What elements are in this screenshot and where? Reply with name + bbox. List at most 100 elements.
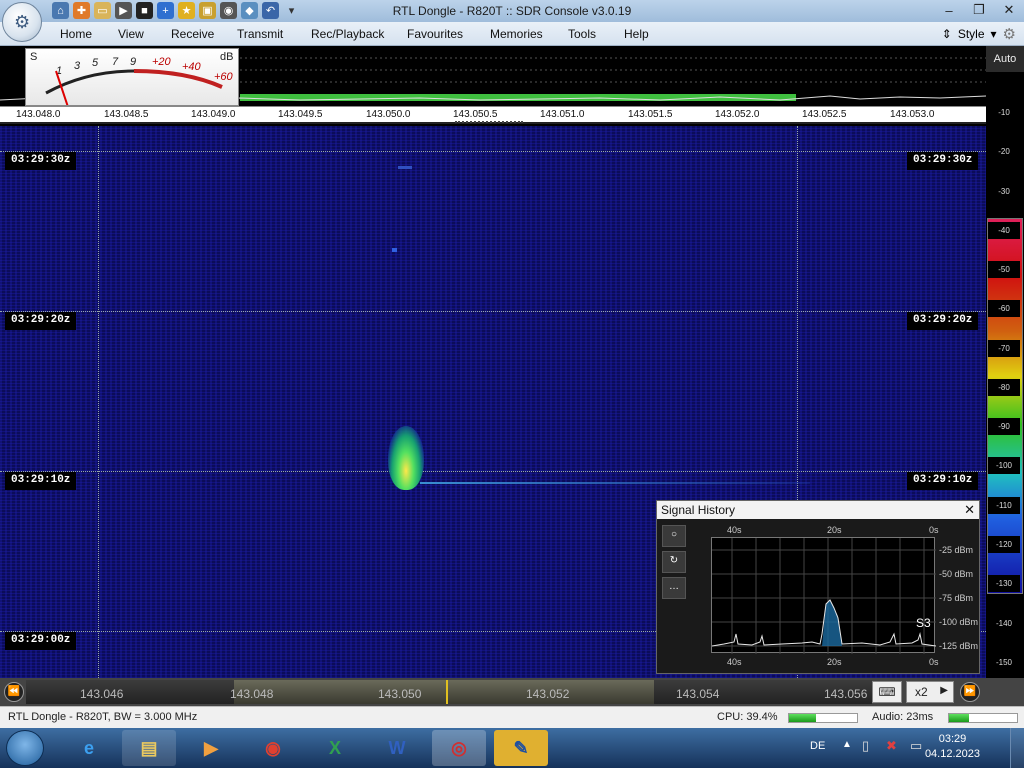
status-bar: RTL Dongle - R820T, BW = 3.000 MHz CPU: … (0, 706, 1024, 728)
timestamp-left: 03:29:20z (5, 312, 77, 330)
start-button[interactable] (6, 730, 44, 766)
camera-icon[interactable]: ◉ (220, 2, 237, 19)
star-icon[interactable]: ★ (178, 2, 195, 19)
play-icon[interactable]: ▶ (115, 2, 132, 19)
timestamp-left: 03:29:00z (5, 632, 77, 650)
lock-icon[interactable]: ▣ (199, 2, 216, 19)
internet-explorer-icon[interactable]: e (62, 730, 116, 766)
tuned-marker (446, 680, 448, 704)
menu-home[interactable]: Home (60, 27, 92, 41)
freq-label: 143.051.5 (628, 109, 673, 120)
timestamp-right: 03:29:20z (907, 312, 979, 330)
db-level: -10 (998, 108, 1010, 117)
undo-icon[interactable]: ↶ (262, 2, 279, 19)
drop-icon[interactable]: ◆ (241, 2, 258, 19)
menu-transmit[interactable]: Transmit (237, 27, 283, 41)
media-player-icon[interactable]: ▶ (184, 730, 238, 766)
menu-favourites[interactable]: Favourites (407, 27, 463, 41)
signal-trace (388, 426, 424, 490)
chevron-right-icon: ▶ (940, 685, 948, 696)
menu-view[interactable]: View (118, 27, 144, 41)
security-alert-icon[interactable]: ✖ (886, 738, 897, 754)
menu-help[interactable]: Help (624, 27, 649, 41)
freq-gridline (98, 126, 99, 678)
record-history-button[interactable]: ○ (662, 525, 686, 547)
freq-label: 143.050.5 (453, 109, 498, 120)
more-options-button[interactable]: … (662, 577, 686, 599)
zoom-value: x2 (915, 685, 928, 699)
freq-label: 143.048.0 (16, 109, 61, 120)
menu-tools[interactable]: Tools (568, 27, 596, 41)
keyboard-button[interactable]: ⌨ (872, 681, 902, 703)
bottom-frequency-bar: ⏪ 143.046 143.048 143.050 143.052 143.05… (0, 678, 1024, 706)
s-meter-arc (45, 69, 223, 105)
home-icon[interactable]: ⌂ (52, 2, 69, 19)
close-button[interactable]: ✕ (994, 0, 1024, 20)
refresh-history-button[interactable]: ↻ (662, 551, 686, 573)
freq-label: 143.049.5 (278, 109, 323, 120)
dbm-label: -50 dBm (939, 569, 974, 579)
app-logo-icon: ⚙ (14, 12, 31, 32)
db-level: -100 (988, 457, 1020, 474)
auto-scale-button[interactable]: Auto (986, 46, 1024, 72)
bandwidth-overview[interactable]: 143.046 143.048 143.050 143.052 143.054 … (26, 680, 872, 704)
menu-bar: Home View Receive Transmit Rec/Playback … (0, 22, 1024, 46)
excel-icon[interactable]: X (308, 730, 362, 766)
band-label: 143.046 (80, 687, 124, 701)
style-menu[interactable]: ⇕ Style ▾ ⚙ (942, 25, 1016, 43)
notepad-app-icon[interactable]: ✎ (494, 730, 548, 766)
dbm-label: -75 dBm (939, 593, 974, 603)
title-bar: ⌂ ✚ ▭ ▶ ■ + ★ ▣ ◉ ◆ ↶ ▾ RTL Dongle - R82… (0, 0, 1024, 22)
db-level: -150 (995, 658, 1012, 667)
close-panel-button[interactable]: ✕ (964, 502, 975, 518)
lifebuoy-icon[interactable]: ✚ (73, 2, 90, 19)
menu-memories[interactable]: Memories (490, 27, 543, 41)
show-desktop-button[interactable] (1010, 728, 1024, 768)
timestamp-left: 03:29:10z (5, 472, 77, 490)
display-icon[interactable]: ▭ (910, 738, 922, 754)
chevron-down-icon[interactable]: ▾ (283, 2, 300, 19)
zoom-selector[interactable]: x2 ▶ (906, 681, 954, 703)
file-explorer-icon[interactable]: ▤ (122, 730, 176, 766)
splitter-handle[interactable] (455, 121, 523, 124)
cpu-meter (788, 713, 858, 723)
menu-receive[interactable]: Receive (171, 27, 214, 41)
freq-label: 143.052.0 (715, 109, 760, 120)
db-level: -130 (988, 575, 1020, 592)
frequency-axis: 143.048.0 143.048.5 143.049.0 143.049.5 … (0, 106, 986, 124)
freq-label: 143.048.5 (104, 109, 149, 120)
word-icon[interactable]: W (370, 730, 424, 766)
chrome-icon[interactable]: ◉ (246, 730, 300, 766)
time-gridline (0, 471, 986, 472)
timestamp-right: 03:29:30z (907, 152, 979, 170)
time-axis-bottom: 0s (929, 657, 939, 667)
maximize-button[interactable]: ❐ (964, 0, 994, 20)
app-menu-button[interactable]: ⚙ (2, 2, 42, 42)
input-language[interactable]: DE (810, 740, 825, 752)
gear-icon[interactable]: ⚙ (1003, 25, 1016, 43)
scroll-left-button[interactable]: ⏪ (4, 682, 24, 702)
menu-rec-playback[interactable]: Rec/Playback (311, 27, 384, 41)
timestamp-left: 03:29:30z (5, 152, 77, 170)
time-axis-top: 20s (827, 525, 842, 535)
audio-latency: Audio: 23ms (872, 711, 934, 723)
db-level: -70 (988, 340, 1020, 357)
scroll-right-button[interactable]: ⏩ (960, 682, 980, 702)
minimize-button[interactable]: – (934, 0, 964, 20)
chevron-up-icon[interactable]: ▲ (842, 739, 852, 750)
signal-history-title: Signal History (661, 503, 736, 517)
up-down-icon: ⇕ (941, 27, 952, 41)
signal-history-plot: S3 (711, 537, 936, 654)
dbm-label: -125 dBm (939, 641, 979, 651)
stop-icon[interactable]: ■ (136, 2, 153, 19)
db-level: -110 (988, 497, 1020, 514)
dbm-label: -100 dBm (939, 617, 979, 627)
add-icon[interactable]: + (157, 2, 174, 19)
folder-icon[interactable]: ▭ (94, 2, 111, 19)
sdr-console-taskbar-icon[interactable]: ◎ (432, 730, 486, 766)
system-clock[interactable]: 03:29 04.12.2023 (925, 732, 980, 762)
network-icon[interactable]: ▯ (862, 738, 869, 754)
band-label: 143.056 (824, 687, 868, 701)
device-status: RTL Dongle - R820T, BW = 3.000 MHz (8, 711, 198, 723)
db-level: -120 (988, 536, 1020, 553)
